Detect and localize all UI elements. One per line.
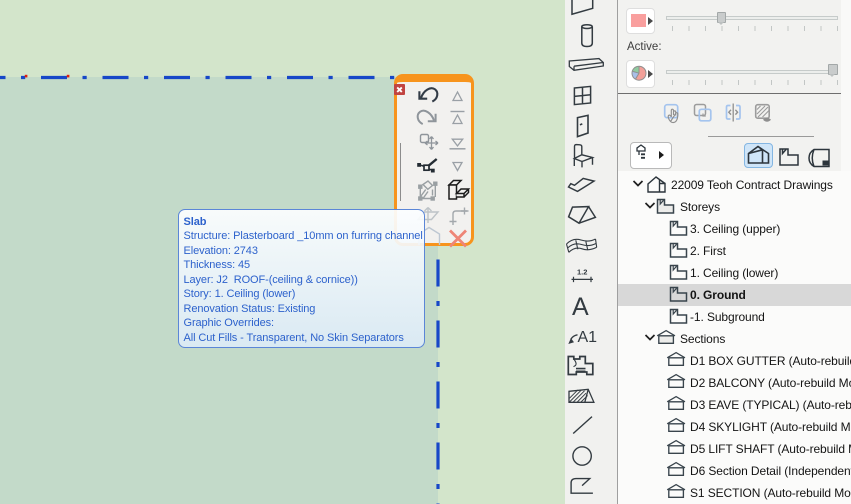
svg-text:A1: A1: [578, 329, 598, 346]
svg-text:A: A: [572, 293, 589, 321]
svg-text:1.2: 1.2: [577, 268, 587, 277]
